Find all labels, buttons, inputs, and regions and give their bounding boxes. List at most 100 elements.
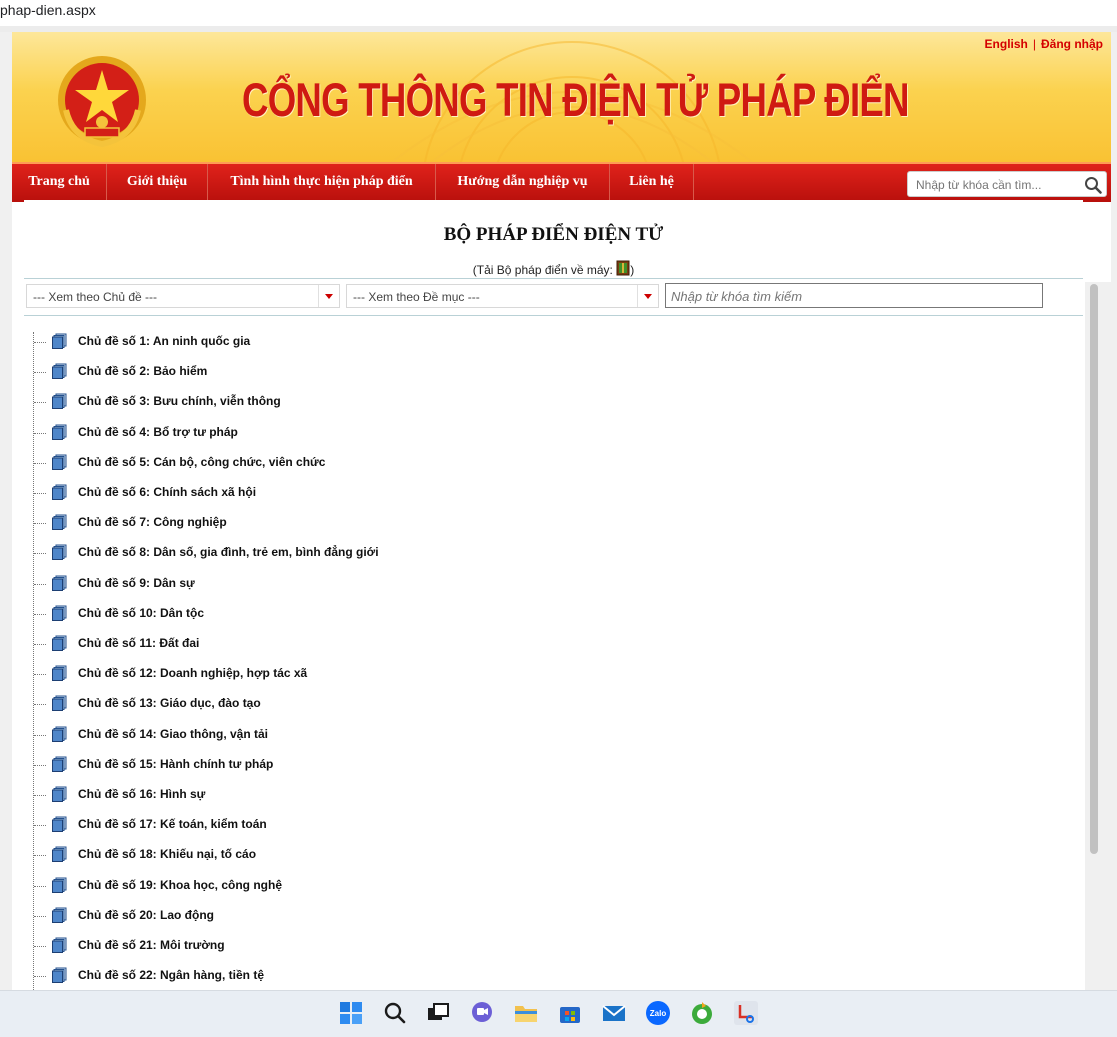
tree-item-label[interactable]: Chủ đề số 21: Môi trường [78,938,225,952]
national-emblem-icon[interactable] [52,52,152,152]
tree-item-label[interactable]: Chủ đề số 15: Hành chính tư pháp [78,757,273,771]
tree-item[interactable]: Chủ đề số 2: Bảo hiểm [24,356,724,386]
tree-item-label[interactable]: Chủ đề số 18: Khiếu nại, tố cáo [78,847,256,861]
tree-item[interactable]: Chủ đề số 1: An ninh quốc gia [24,326,724,356]
tree-item-label[interactable]: Chủ đề số 5: Cán bộ, công chức, viên chứ… [78,455,325,469]
web-page: English | Đăng nhập CỔNG THÔNG TIN ĐIỆN TỬ… [0,32,1117,990]
tree-item[interactable]: Chủ đề số 10: Dân tộc [24,598,724,628]
tree-connector [34,976,46,978]
main-content: BỘ PHÁP ĐIỂN ĐIỆN TỬ (Tải Bộ pháp điển v… [24,200,1083,990]
link-separator: | [1032,37,1036,51]
tree-item-label[interactable]: Chủ đề số 20: Lao động [78,908,214,922]
tree-item-label[interactable]: Chủ đề số 6: Chính sách xã hội [78,485,256,499]
document-stack-icon [52,907,67,923]
scrollbar-thumb[interactable] [1090,284,1098,854]
english-link[interactable]: English [985,37,1028,51]
file-explorer-icon[interactable] [512,999,540,1027]
page-scrollbar[interactable] [1085,282,1111,990]
tree-item-label[interactable]: Chủ đề số 10: Dân tộc [78,606,204,620]
snipping-tool-icon[interactable] [732,999,760,1027]
topic-select[interactable]: --- Xem theo Chủ đề --- [26,284,340,308]
tree-item[interactable]: Chủ đề số 16: Hình sự [24,779,724,809]
tree-item-label[interactable]: Chủ đề số 4: Bổ trợ tư pháp [78,425,238,439]
tree-item[interactable]: Chủ đề số 9: Dân sự [24,568,724,598]
tree-item[interactable]: Chủ đề số 17: Kế toán, kiểm toán [24,809,724,839]
tree-item[interactable]: Chủ đề số 18: Khiếu nại, tố cáo [24,839,724,869]
chat-icon[interactable] [468,999,496,1027]
svg-text:Zalo: Zalo [650,1009,667,1018]
tree-item-label[interactable]: Chủ đề số 8: Dân số, gia đình, trẻ em, b… [78,545,379,559]
document-stack-icon [52,665,67,682]
search-icon[interactable] [381,999,409,1027]
login-link[interactable]: Đăng nhập [1041,37,1103,51]
tree-item-label[interactable]: Chủ đề số 2: Bảo hiểm [78,364,207,378]
store-icon[interactable] [556,999,584,1027]
tree-item-label[interactable]: Chủ đề số 11: Đất đai [78,636,199,650]
zalo-icon[interactable]: Zalo [644,999,672,1027]
tree-item-label[interactable]: Chủ đề số 1: An ninh quốc gia [78,334,250,348]
windows-start-icon[interactable] [337,999,365,1027]
tree-item[interactable]: Chủ đề số 7: Công nghiệp [24,507,724,537]
url-text[interactable]: phap-dien.aspx [0,2,96,18]
nav-item-guide[interactable]: Hướng dẫn nghiệp vụ [436,164,610,202]
tree-item[interactable]: Chủ đề số 13: Giáo dục, đào tạo [24,688,724,718]
document-stack-icon [52,514,67,531]
tree-item-label[interactable]: Chủ đề số 17: Kế toán, kiểm toán [78,817,267,831]
tree-connector [34,372,46,374]
site-title: CỔNG THÔNG TIN ĐIỆN TỬ PHÁP ĐIỂN [242,73,910,126]
mail-icon[interactable] [600,999,628,1027]
tree-item-label[interactable]: Chủ đề số 9: Dân sự [78,576,195,590]
nav-item-progress[interactable]: Tình hình thực hiện pháp điển [208,164,436,202]
tree-item-label[interactable]: Chủ đề số 14: Giao thông, vận tải [78,727,268,741]
tree-connector [34,462,46,464]
tree-item[interactable]: Chủ đề số 22: Ngân hàng, tiền tệ [24,960,724,990]
download-book-icon[interactable] [616,260,630,276]
tree-connector [34,402,46,404]
tree-item[interactable]: Chủ đề số 3: Bưu chính, viễn thông [24,386,724,416]
browser-address-bar[interactable]: phap-dien.aspx [0,0,1117,27]
tree-connector [34,674,46,676]
tree-item[interactable]: Chủ đề số 4: Bổ trợ tư pháp [24,417,724,447]
tree-item[interactable]: Chủ đề số 20: Lao động [24,900,724,930]
tree-item-label[interactable]: Chủ đề số 3: Bưu chính, viễn thông [78,394,281,408]
section-select[interactable]: --- Xem theo Đề mục --- [346,284,659,308]
tree-item-label[interactable]: Chủ đề số 13: Giáo dục, đào tạo [78,696,261,710]
nav-item-home[interactable]: Trang chủ [12,164,107,202]
site-search-box [907,171,1107,197]
tree-item-label[interactable]: Chủ đề số 7: Công nghiệp [78,515,227,529]
document-stack-icon [52,877,67,893]
search-icon[interactable] [1084,176,1102,194]
tree-item[interactable]: Chủ đề số 5: Cán bộ, công chức, viên chứ… [24,447,724,477]
tree-item[interactable]: Chủ đề số 21: Môi trường [24,930,724,960]
windows-taskbar: Zalo [0,990,1117,1037]
tree-item[interactable]: Chủ đề số 19: Khoa học, công nghệ [24,870,724,900]
chevron-down-icon[interactable] [637,285,658,307]
tree-item-label[interactable]: Chủ đề số 16: Hình sự [78,787,205,801]
nav-item-contact[interactable]: Liên hệ [610,164,694,202]
tree-item[interactable]: Chủ đề số 6: Chính sách xã hội [24,477,724,507]
document-stack-icon [52,454,67,470]
filter-bar: --- Xem theo Chủ đề --- --- Xem theo Đề … [24,278,1083,316]
document-stack-icon [52,575,67,591]
tree-item[interactable]: Chủ đề số 15: Hành chính tư pháp [24,749,724,779]
section-select-value: --- Xem theo Đề mục --- [353,290,480,304]
keyword-search-input[interactable] [669,286,1041,306]
site-search-input[interactable] [914,175,1078,195]
nav-item-intro[interactable]: Giới thiệu [107,164,208,202]
tree-item[interactable]: Chủ đề số 14: Giao thông, vận tải [24,719,724,749]
tree-connector [34,855,46,857]
tree-connector [34,734,46,736]
tree-item-label[interactable]: Chủ đề số 22: Ngân hàng, tiền tệ [78,968,264,982]
tree-item-label[interactable]: Chủ đề số 12: Doanh nghiệp, hợp tác xã [78,666,307,680]
tree-connector [34,432,46,434]
coccoc-browser-icon[interactable] [688,999,716,1027]
tree-item[interactable]: Chủ đề số 11: Đất đai [24,628,724,658]
task-view-icon[interactable] [424,999,452,1027]
tree-item[interactable]: Chủ đề số 12: Doanh nghiệp, hợp tác xã [24,658,724,688]
chevron-down-icon[interactable] [318,285,339,307]
document-stack-icon [52,967,67,984]
document-stack-icon [52,846,67,863]
tree-item-label[interactable]: Chủ đề số 19: Khoa học, công nghệ [78,878,282,892]
tree-connector [34,583,46,585]
tree-item[interactable]: Chủ đề số 8: Dân số, gia đình, trẻ em, b… [24,537,724,567]
